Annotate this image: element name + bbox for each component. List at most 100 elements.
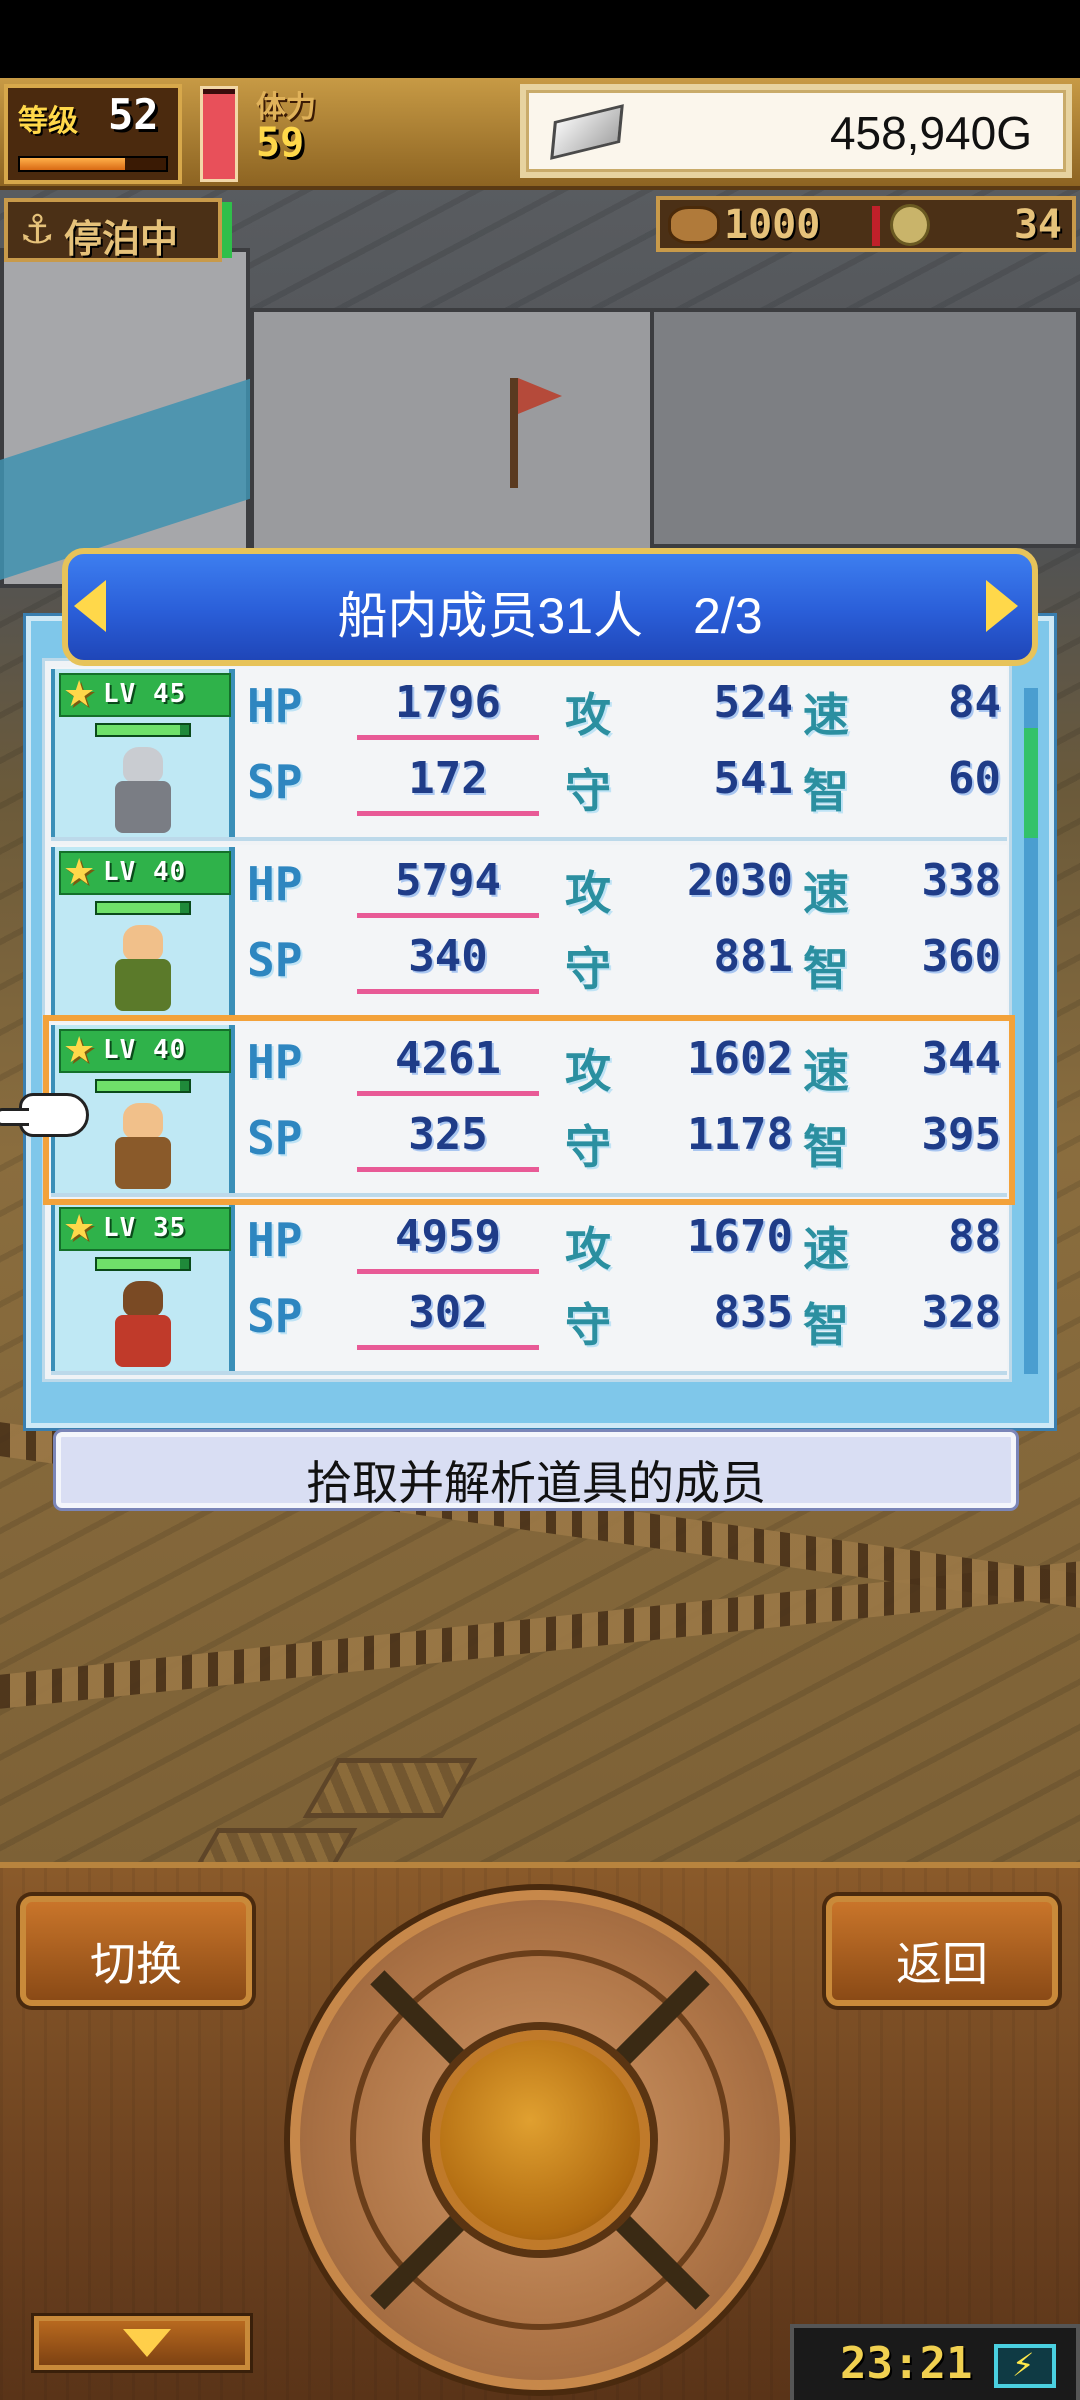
intelligence-label: 智 <box>803 1120 849 1174</box>
crew-list: ★ LV 45 HP SP 1796 172 攻守 524 541 速智 84 60 ★ LV 40 HP S… <box>0 658 1015 1382</box>
crew-hp-gauge <box>95 723 191 737</box>
star-icon: ★ <box>63 674 96 715</box>
crew-list-dialog: 船内成员31人 2/3 ★ LV 45 HP SP 1796 172 攻守 524 541 速智 8… <box>0 548 1054 1428</box>
player-level-box: 等级 52 <box>4 84 182 184</box>
crew-hp-gauge-fill <box>97 903 180 913</box>
back-button[interactable]: 返回 <box>826 1896 1058 2006</box>
hp-label: HP <box>247 679 303 733</box>
top-hud: 等级 52 体力 59 458,940G <box>0 78 1080 190</box>
down-arrow-icon <box>123 2329 171 2357</box>
scrollbar-thumb[interactable] <box>1024 728 1038 838</box>
defense-label: 守 <box>565 764 611 818</box>
sprite-head <box>123 1281 163 1317</box>
crew-row[interactable]: ★ LV 40 HP SP 4261 325 攻守 1602 1178 速智 344 395 <box>0 1015 1015 1205</box>
attack-value: 1602 <box>687 1033 793 1084</box>
crew-row[interactable]: ★ LV 35 HP SP 4959 302 攻守 1670 835 速智 88 328 <box>51 1201 1007 1375</box>
fort-wall <box>650 308 1080 548</box>
sprite-body <box>115 959 171 1011</box>
exp-bar <box>18 156 168 172</box>
sp-underline <box>357 1345 539 1350</box>
crew-sprite <box>101 1103 185 1189</box>
sprite-head <box>123 1103 163 1139</box>
star-icon: ★ <box>63 1030 96 1071</box>
stamina-bar <box>200 86 238 182</box>
intelligence-value: 395 <box>921 1109 1001 1160</box>
hp-label: HP <box>247 857 303 911</box>
directional-pad[interactable] <box>290 1890 790 2390</box>
defense-label: 守 <box>565 942 611 996</box>
hp-label: HP <box>247 1035 303 1089</box>
crew-hp-gauge <box>95 1257 191 1271</box>
defense-value: 835 <box>713 1287 793 1338</box>
exp-bar-fill <box>20 158 126 170</box>
crew-list-scrollbar[interactable] <box>1024 688 1038 1374</box>
defense-value: 541 <box>713 753 793 804</box>
intelligence-value: 328 <box>921 1287 1001 1338</box>
intelligence-value: 360 <box>921 931 1001 982</box>
attack-label: 攻 <box>565 1222 611 1276</box>
crew-row[interactable]: ★ LV 40 HP SP 5794 340 攻守 2030 881 速智 338 360 <box>51 845 1007 1019</box>
docked-status-badge: ⚓ 停泊中 <box>4 198 222 262</box>
crew-level-tag: ★ LV 40 <box>59 1029 231 1073</box>
attack-value: 524 <box>713 677 793 728</box>
sp-underline <box>357 989 539 994</box>
star-icon: ★ <box>63 1208 96 1249</box>
speed-label: 速 <box>803 866 849 920</box>
level-label: 等级 <box>18 104 78 139</box>
sprite-body <box>115 781 171 833</box>
switch-button[interactable]: 切换 <box>20 1896 252 2006</box>
speed-label: 速 <box>803 688 849 742</box>
resource-divider <box>872 206 880 246</box>
stamina-bar-fill <box>203 93 235 179</box>
pointing-hand-icon <box>0 1093 89 1137</box>
confirm-button[interactable] <box>430 2030 650 2250</box>
stamina-value: 59 <box>256 120 305 166</box>
gold-display: 458,940G <box>520 84 1072 178</box>
deck-hatch <box>302 1758 478 1818</box>
crew-row[interactable]: ★ LV 45 HP SP 1796 172 攻守 524 541 速智 84 60 <box>51 667 1007 841</box>
hp-value: 1796 <box>395 677 501 728</box>
defense-value: 881 <box>713 931 793 982</box>
hp-value: 4959 <box>395 1211 501 1262</box>
sp-value: 302 <box>408 1287 488 1338</box>
medal-count: 34 <box>1013 202 1062 248</box>
resource-bar: 1000 34 <box>656 196 1076 252</box>
defense-label: 守 <box>565 1120 611 1174</box>
attack-label: 攻 <box>565 688 611 742</box>
medal-icon <box>890 204 930 246</box>
back-button-label: 返回 <box>896 1938 988 1990</box>
speed-label: 速 <box>803 1222 849 1276</box>
sprite-body <box>115 1315 171 1367</box>
supplies-count: 1000 <box>724 202 821 248</box>
docked-status-indicator <box>222 202 232 258</box>
flagpole <box>510 378 518 488</box>
sp-label: SP <box>247 1289 303 1343</box>
player-level: 52 <box>108 90 159 139</box>
speed-value: 338 <box>921 855 1001 906</box>
anchor-icon: ⚓ <box>19 207 55 253</box>
sp-label: SP <box>247 933 303 987</box>
crew-level: LV 40 <box>103 1035 187 1065</box>
flag-icon <box>518 378 562 414</box>
sprite-head <box>123 747 163 783</box>
star-icon: ★ <box>63 852 96 893</box>
crew-portrait: ★ LV 40 <box>51 847 235 1015</box>
gold-amount: 458,940G <box>829 107 1032 159</box>
crew-title-bar: 船内成员31人 2/3 <box>62 548 1038 666</box>
sp-value: 172 <box>408 753 488 804</box>
attack-label: 攻 <box>565 866 611 920</box>
hp-underline <box>357 913 539 918</box>
intelligence-label: 智 <box>803 1298 849 1352</box>
attack-label: 攻 <box>565 1044 611 1098</box>
next-page-button[interactable] <box>986 580 1026 636</box>
controller-panel: 切换 返回 23:21 <box>0 1862 1080 2400</box>
speed-value: 84 <box>948 677 1001 728</box>
crew-level-tag: ★ LV 45 <box>59 673 231 717</box>
attack-value: 1670 <box>687 1211 793 1262</box>
intelligence-label: 智 <box>803 942 849 996</box>
intelligence-label: 智 <box>803 764 849 818</box>
menu-down-button[interactable] <box>34 2316 250 2370</box>
switch-button-label: 切换 <box>90 1938 182 1990</box>
crew-level-tag: ★ LV 35 <box>59 1207 231 1251</box>
hp-underline <box>357 1091 539 1096</box>
